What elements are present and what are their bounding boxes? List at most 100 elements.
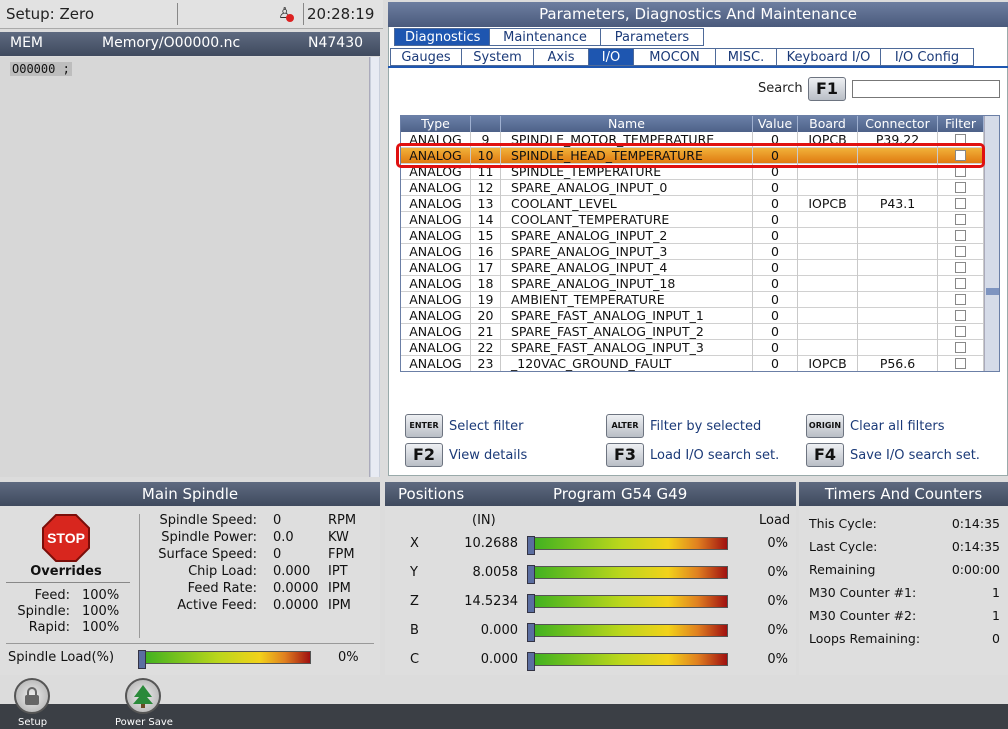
code-line[interactable]: O00000 ; — [10, 62, 72, 76]
override-spindle-value: 100% — [82, 604, 120, 619]
tab-gauges[interactable]: Gauges — [390, 48, 462, 66]
filter-checkbox[interactable] — [955, 358, 966, 369]
action-filter-by-selected[interactable]: Filter by selected — [650, 419, 761, 434]
program-editor[interactable]: O00000 ; — [0, 57, 369, 477]
table-row[interactable]: ANALOG 19 AMBIENT_TEMPERATURE 0 — [401, 292, 984, 308]
col-type[interactable]: Type — [401, 116, 471, 132]
table-row[interactable]: ANALOG 21 SPARE_FAST_ANALOG_INPUT_2 0 — [401, 324, 984, 340]
stop-icon[interactable]: STOP — [42, 514, 90, 562]
table-row[interactable]: ANALOG 13 COOLANT_LEVEL 0 IOPCB P43.1 — [401, 196, 984, 212]
position-units: (IN) — [472, 513, 496, 528]
action-select-filter[interactable]: Select filter — [449, 419, 523, 434]
action-save-search-set[interactable]: Save I/O search set. — [850, 448, 980, 463]
cell-board — [798, 260, 858, 276]
col-board[interactable]: Board — [798, 116, 858, 132]
cell-conn — [858, 340, 938, 356]
filter-checkbox[interactable] — [955, 262, 966, 273]
spindle-stat-value: 0 — [273, 513, 282, 528]
cell-num: 15 — [471, 228, 501, 244]
tab-keyboard-io[interactable]: Keyboard I/O — [776, 48, 881, 66]
f1-key-icon[interactable]: F1 — [808, 77, 846, 101]
col-filter[interactable]: Filter — [938, 116, 984, 132]
enter-key-icon[interactable]: ENTER — [405, 414, 443, 438]
table-row[interactable]: ANALOG 16 SPARE_ANALOG_INPUT_3 0 — [401, 244, 984, 260]
col-name[interactable]: Name — [501, 116, 753, 132]
stop-label: STOP — [47, 530, 85, 546]
f2-key-icon[interactable]: F2 — [405, 443, 443, 467]
f4-key-icon[interactable]: F4 — [806, 443, 844, 467]
filter-checkbox[interactable] — [955, 246, 966, 257]
operator-lock-icon[interactable]: ♙ — [278, 4, 296, 22]
cell-num: 12 — [471, 180, 501, 196]
filter-checkbox[interactable] — [955, 326, 966, 337]
cell-value: 0 — [753, 180, 798, 196]
status-bar: Setup: Zero ♙ 20:28:19 — [0, 0, 383, 29]
table-row[interactable]: ANALOG 18 SPARE_ANALOG_INPUT_18 0 — [401, 276, 984, 292]
top-tabs: Diagnostics Maintenance Parameters — [394, 28, 704, 46]
timer-label: Last Cycle: — [809, 539, 878, 554]
positions-title[interactable]: Positions — [398, 482, 464, 506]
cell-name: SPARE_FAST_ANALOG_INPUT_1 — [501, 308, 753, 324]
cell-conn — [858, 292, 938, 308]
filter-checkbox[interactable] — [955, 342, 966, 353]
filter-checkbox[interactable] — [955, 278, 966, 289]
spindle-load-value: 0% — [338, 650, 359, 665]
tab-system[interactable]: System — [461, 48, 534, 66]
filter-checkbox[interactable] — [955, 310, 966, 321]
scroll-thumb[interactable] — [986, 288, 999, 295]
tab-diagnostics[interactable]: Diagnostics — [394, 28, 490, 46]
cell-board — [798, 228, 858, 244]
table-row[interactable]: ANALOG 17 SPARE_ANALOG_INPUT_4 0 — [401, 260, 984, 276]
tab-parameters[interactable]: Parameters — [600, 28, 704, 46]
filter-checkbox[interactable] — [955, 198, 966, 209]
cell-conn — [858, 260, 938, 276]
cell-value: 0 — [753, 308, 798, 324]
power-save-tree-icon[interactable] — [125, 678, 161, 714]
table-row[interactable]: ANALOG 14 COOLANT_TEMPERATURE 0 — [401, 212, 984, 228]
action-clear-filters[interactable]: Clear all filters — [850, 419, 944, 434]
origin-key-icon[interactable]: ORIGIN — [806, 414, 844, 438]
action-load-search-set[interactable]: Load I/O search set. — [650, 448, 779, 463]
col-connector[interactable]: Connector — [858, 116, 938, 132]
tab-mocon[interactable]: MOCON — [633, 48, 716, 66]
scroll-thumb[interactable] — [371, 57, 379, 477]
table-row[interactable]: ANALOG 22 SPARE_FAST_ANALOG_INPUT_3 0 — [401, 340, 984, 356]
table-row[interactable]: ANALOG 15 SPARE_ANALOG_INPUT_2 0 — [401, 228, 984, 244]
tab-io[interactable]: I/O — [588, 48, 634, 66]
cell-name: SPARE_ANALOG_INPUT_4 — [501, 260, 753, 276]
table-scrollbar[interactable] — [984, 116, 999, 371]
spindle-stat-value: 0 — [273, 547, 282, 562]
col-value[interactable]: Value — [753, 116, 798, 132]
table-row[interactable]: ANALOG 20 SPARE_FAST_ANALOG_INPUT_1 0 — [401, 308, 984, 324]
timer-value: 1 — [992, 608, 1000, 623]
panel-title: Parameters, Diagnostics And Maintenance — [388, 2, 1008, 27]
search-input[interactable] — [852, 80, 1000, 98]
table-row[interactable]: ANALOG 23 _120VAC_GROUND_FAULT 0 IOPCB P56.6 — [401, 356, 984, 371]
table-row[interactable]: ANALOG 12 SPARE_ANALOG_INPUT_0 0 — [401, 180, 984, 196]
cell-num: 17 — [471, 260, 501, 276]
tab-axis[interactable]: Axis — [533, 48, 589, 66]
filter-checkbox[interactable] — [955, 182, 966, 193]
filter-checkbox[interactable] — [955, 294, 966, 305]
positions-program[interactable]: Program G54 G49 — [553, 482, 687, 506]
timer-value: 1 — [992, 585, 1000, 600]
tab-misc[interactable]: MISC. — [715, 48, 777, 66]
f3-key-icon[interactable]: F3 — [606, 443, 644, 467]
editor-scrollbar[interactable] — [369, 57, 380, 477]
tab-io-config[interactable]: I/O Config — [880, 48, 974, 66]
tab-maintenance[interactable]: Maintenance — [489, 28, 601, 46]
filter-checkbox[interactable] — [955, 214, 966, 225]
axis-load: 0% — [767, 536, 788, 551]
divider — [6, 582, 130, 583]
cell-board: IOPCB — [798, 196, 858, 212]
cell-filter — [938, 324, 984, 340]
spindle-stat-label: Spindle Speed: — [159, 513, 257, 528]
filter-checkbox[interactable] — [955, 230, 966, 241]
cell-num: 16 — [471, 244, 501, 260]
setup-lock-icon[interactable] — [14, 678, 50, 714]
cell-name: SPARE_ANALOG_INPUT_18 — [501, 276, 753, 292]
col-number[interactable] — [471, 116, 501, 132]
cell-filter — [938, 228, 984, 244]
action-view-details[interactable]: View details — [449, 448, 527, 463]
alter-key-icon[interactable]: ALTER — [606, 414, 644, 438]
